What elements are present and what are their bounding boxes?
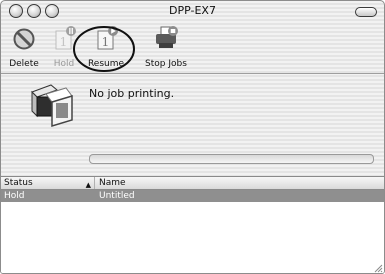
printer-status-icon [31,84,73,128]
status-column-label: Status [4,178,33,188]
status-column-header[interactable]: Status ▲ [1,177,95,189]
print-progress-bar [89,154,374,164]
window-title: DPP-EX7 [169,4,216,17]
job-name-cell: Untitled [99,191,135,201]
job-list-header: Status ▲ Name [1,177,384,190]
delete-label: Delete [9,59,39,69]
toolbar-toggle-button[interactable] [355,7,377,17]
name-column-header[interactable]: Name [96,177,384,189]
table-row[interactable]: Hold Untitled [1,190,384,202]
delete-button[interactable]: Delete [7,25,41,69]
printer-icon [156,26,178,48]
stop-jobs-label: Stop Jobs [145,59,187,69]
printer-status-message: No job printing. [89,87,175,100]
title-bar[interactable]: DPP-EX7 [1,1,384,23]
toolbar: Delete 1 Hold 1 Resume Stop Jobs [1,23,384,73]
stop-jobs-button[interactable]: Stop Jobs [143,25,189,69]
printer-status-area: No job printing. [1,74,384,171]
resume-highlight-circle [73,26,135,72]
delete-icon [13,28,35,50]
name-column-label: Name [99,178,126,188]
resize-grip-icon[interactable] [373,263,383,273]
job-status-cell: Hold [4,191,25,201]
svg-text:1: 1 [60,35,68,49]
job-list-table[interactable]: Status ▲ Name Hold Untitled [1,176,384,273]
print-queue-window: DPP-EX7 Delete 1 Hold 1 Resume Stop Jobs… [0,0,385,274]
